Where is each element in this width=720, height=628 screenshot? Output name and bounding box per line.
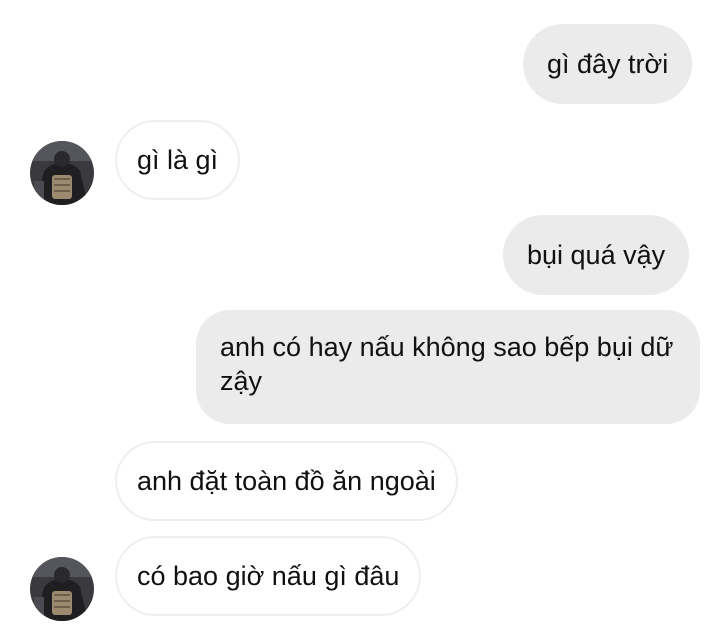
message-bubble-outgoing[interactable]: anh có hay nấu không sao bếp bụi dữ zậy bbox=[196, 310, 700, 424]
message-text: gì là gì bbox=[137, 145, 219, 175]
message-text: anh đặt toàn đồ ăn ngoài bbox=[137, 466, 436, 496]
message-text: có bao giờ nấu gì đâu bbox=[137, 561, 400, 591]
message-text: bụi quá vậy bbox=[527, 240, 666, 270]
message-bubble-outgoing[interactable]: bụi quá vậy bbox=[503, 215, 690, 295]
message-bubble-incoming[interactable]: anh đặt toàn đồ ăn ngoài bbox=[115, 441, 458, 521]
message-text: anh có hay nấu không sao bếp bụi dữ zậy bbox=[220, 332, 674, 396]
avatar-icon[interactable] bbox=[30, 557, 94, 621]
message-bubble-outgoing[interactable]: gì đây trời bbox=[523, 24, 693, 104]
avatar-icon[interactable] bbox=[30, 141, 94, 205]
chat-thread: gì đây trời gì là gì bụi quá vậy anh có … bbox=[0, 0, 720, 628]
message-bubble-incoming[interactable]: có bao giờ nấu gì đâu bbox=[115, 536, 422, 616]
message-text: gì đây trời bbox=[547, 49, 669, 79]
message-bubble-incoming[interactable]: gì là gì bbox=[115, 120, 241, 200]
